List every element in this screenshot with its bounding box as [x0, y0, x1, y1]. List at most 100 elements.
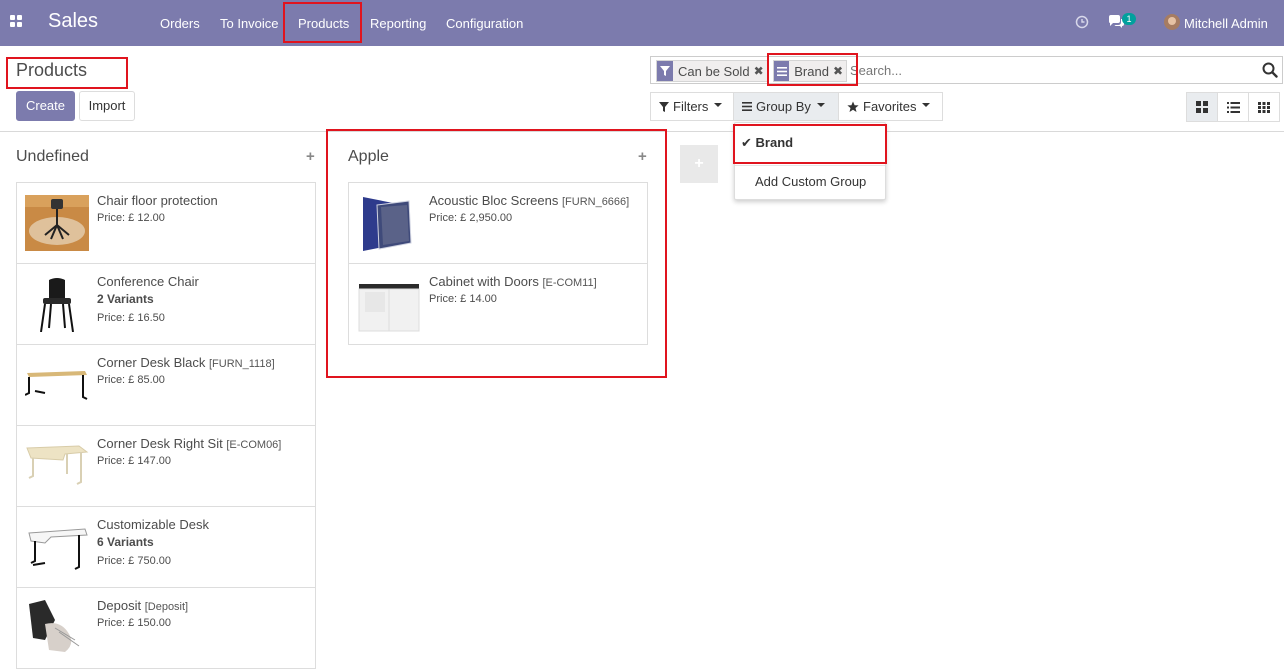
filter-icon — [657, 61, 673, 81]
favorites-label: Favorites — [863, 99, 917, 114]
kanban-view-icon — [1196, 101, 1208, 113]
product-ref: [E-COM06] — [226, 439, 282, 451]
product-price: Price: £ 12.00 — [97, 212, 165, 224]
control-panel: Products Create Import Can be Sold ✖ Bra… — [0, 46, 1284, 132]
group-by-option-label: Brand — [755, 135, 794, 150]
product-card[interactable]: Corner Desk Black [FURN_1118] Price: £ 8… — [16, 344, 316, 426]
group-by-dropdown-menu: ✔ Brand Add Custom Group — [734, 122, 886, 200]
caret-down-icon — [816, 102, 825, 107]
product-price: Price: £ 750.00 — [97, 555, 171, 567]
checkmark-icon: ✔ — [741, 135, 752, 150]
create-button[interactable]: Create — [16, 91, 75, 121]
product-card[interactable]: Customizable Desk 6 Variants Price: £ 75… — [16, 506, 316, 588]
product-price: Price: £ 147.00 — [97, 455, 171, 467]
product-card[interactable]: Acoustic Bloc Screens [FURN_6666] Price:… — [348, 182, 648, 264]
product-name: Acoustic Bloc Screens [FURN_6666] — [429, 193, 629, 208]
add-column-button[interactable]: + — [680, 145, 718, 183]
grid-view-button[interactable] — [1248, 92, 1280, 122]
group-by-icon — [742, 102, 752, 111]
kanban-view-button[interactable] — [1186, 92, 1218, 122]
product-card[interactable]: Deposit [Deposit] Price: £ 150.00 — [16, 587, 316, 669]
import-button[interactable]: Import — [79, 91, 135, 121]
product-card[interactable]: Cabinet with Doors [E-COM11] Price: £ 14… — [348, 263, 648, 345]
search-bar: Can be Sold ✖ Brand ✖ — [650, 56, 1283, 84]
group-by-option-brand[interactable]: ✔ Brand — [741, 135, 891, 151]
menu-orders[interactable]: Orders — [160, 0, 200, 46]
product-name: Chair floor protection — [97, 193, 218, 208]
product-image-acoustic-screens — [357, 195, 421, 251]
list-view-icon — [1226, 101, 1240, 113]
product-card[interactable]: Chair floor protection Price: £ 12.00 — [16, 182, 316, 264]
column-title-undefined: Undefined — [16, 148, 89, 165]
apps-menu-icon[interactable] — [10, 15, 22, 27]
top-navbar: Sales Orders To Invoice Products Reporti… — [0, 0, 1284, 46]
grid-view-icon — [1258, 101, 1270, 113]
product-image-corner-desk-black — [25, 357, 89, 413]
product-image-conference-chair — [25, 276, 89, 332]
plus-icon: + — [694, 155, 704, 172]
activity-clock-icon[interactable] — [1075, 15, 1089, 29]
page-title: Products — [16, 60, 88, 80]
menu-reporting[interactable]: Reporting — [370, 0, 426, 46]
product-name: Conference Chair — [97, 274, 199, 289]
menu-products[interactable]: Products — [298, 0, 349, 46]
product-price: Price: £ 14.00 — [429, 293, 497, 305]
facet-label: Brand — [794, 63, 829, 79]
user-menu[interactable]: Mitchell Admin — [1184, 0, 1268, 46]
star-icon — [847, 101, 859, 112]
search-input[interactable] — [850, 60, 1250, 80]
facet-can-be-sold[interactable]: Can be Sold ✖ — [656, 60, 768, 82]
product-ref: [FURN_1118] — [209, 358, 275, 370]
menu-configuration[interactable]: Configuration — [446, 0, 523, 46]
group-by-dropdown-button[interactable]: Group By — [733, 92, 839, 121]
caret-down-icon — [714, 102, 723, 107]
product-price: Price: £ 150.00 — [97, 617, 171, 629]
column-quick-create-icon[interactable]: + — [638, 148, 647, 165]
caret-down-icon — [922, 102, 931, 107]
product-ref: [E-COM11] — [542, 277, 597, 289]
product-name-text: Cabinet with Doors — [429, 274, 539, 289]
product-image-corner-desk-right — [25, 438, 89, 494]
menu-products-label: Products — [298, 15, 350, 31]
product-ref: [Deposit] — [144, 601, 189, 613]
product-name-text: Corner Desk Right Sit — [97, 436, 223, 451]
menu-orders-label: Orders — [160, 15, 200, 31]
product-name-text: Deposit — [97, 598, 142, 613]
menu-configuration-label: Configuration — [446, 15, 524, 31]
product-name-text: Corner Desk Black — [97, 355, 206, 370]
facet-remove-icon[interactable]: ✖ — [833, 64, 843, 78]
group-by-label: Group By — [756, 99, 811, 114]
product-price: Price: £ 85.00 — [97, 374, 165, 386]
product-image-cabinet-doors — [357, 276, 421, 332]
dropdown-divider — [735, 165, 885, 166]
menu-to-invoice-label: To Invoice — [220, 15, 279, 31]
user-avatar[interactable] — [1164, 14, 1180, 30]
product-name: Corner Desk Black [FURN_1118] — [97, 355, 275, 370]
facet-remove-icon[interactable]: ✖ — [754, 64, 764, 78]
product-price: Price: £ 2,950.00 — [429, 212, 513, 224]
product-card[interactable]: Conference Chair 2 Variants Price: £ 16.… — [16, 263, 316, 345]
product-name: Deposit [Deposit] — [97, 598, 188, 613]
product-image-chair-floor-mat — [25, 195, 89, 251]
facet-brand[interactable]: Brand ✖ — [773, 60, 847, 82]
product-price: Price: £ 16.50 — [97, 312, 165, 324]
menu-to-invoice[interactable]: To Invoice — [220, 0, 279, 46]
menu-reporting-label: Reporting — [370, 15, 427, 31]
product-image-deposit — [25, 600, 89, 656]
product-name-text: Acoustic Bloc Screens — [429, 193, 559, 208]
column-quick-create-icon[interactable]: + — [306, 148, 315, 165]
column-title-apple: Apple — [348, 148, 389, 165]
list-view-button[interactable] — [1217, 92, 1249, 122]
product-variants: 6 Variants — [97, 535, 154, 549]
app-title[interactable]: Sales — [48, 10, 98, 33]
add-custom-group-option[interactable]: Add Custom Group — [755, 174, 905, 189]
product-name: Corner Desk Right Sit [E-COM06] — [97, 436, 281, 451]
product-ref: [FURN_6666] — [561, 196, 630, 208]
messages-count-badge: 1 — [1122, 13, 1136, 25]
filters-dropdown-button[interactable]: Filters — [650, 92, 734, 121]
favorites-dropdown-button[interactable]: Favorites — [838, 92, 943, 121]
product-image-customizable-desk — [25, 519, 89, 575]
product-card[interactable]: Corner Desk Right Sit [E-COM06] Price: £… — [16, 425, 316, 507]
search-icon[interactable] — [1262, 62, 1278, 78]
facet-label: Can be Sold — [678, 63, 750, 79]
